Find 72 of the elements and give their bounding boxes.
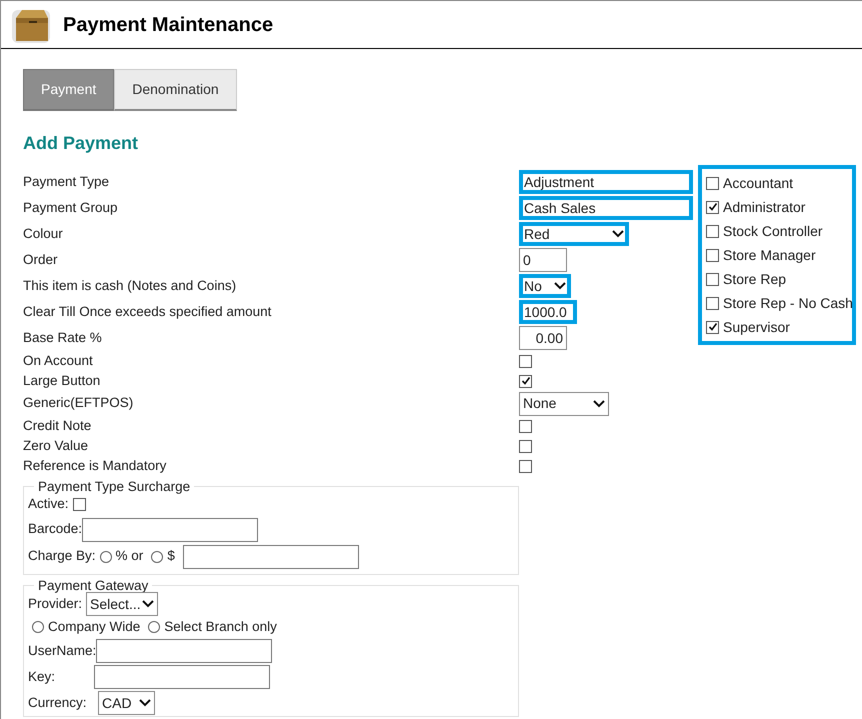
caret-icon [554, 282, 566, 290]
radio-label: % or [116, 547, 144, 566]
input-field[interactable]: Adjustment [519, 170, 693, 194]
checkbox[interactable] [706, 272, 719, 286]
field-label: Order [23, 250, 59, 269]
checkbox-label: Accountant [723, 174, 794, 192]
checkbox[interactable] [519, 440, 532, 452]
field-label: Barcode: [28, 520, 82, 538]
dropdown[interactable]: Red [519, 222, 629, 246]
field-label: UserName: [28, 642, 96, 660]
field-label: Currency: [28, 694, 88, 712]
radio-button[interactable] [148, 621, 160, 633]
panel-legend: Payment Gateway [34, 578, 152, 592]
checkbox[interactable] [72, 498, 86, 511]
checkbox-label: Store Rep - No Cash [723, 294, 853, 313]
checkbox-label: Store Rep [723, 270, 786, 289]
radio-label: Company Wide [48, 618, 140, 636]
field-label: On Account [23, 352, 94, 370]
radio-label: $ [167, 547, 175, 566]
caret-icon [612, 230, 624, 238]
tab[interactable]: Denomination [114, 69, 237, 111]
caret-icon [139, 699, 151, 707]
page-title: Payment Maintenance [63, 12, 274, 38]
checkbox[interactable] [706, 224, 719, 238]
checkbox[interactable] [706, 176, 719, 190]
section-title: Add Payment [23, 132, 140, 155]
field-label: Active: [28, 495, 69, 514]
field-label: Key: [28, 668, 56, 686]
field-label: Provider: [28, 594, 82, 613]
field-label: Zero Value [23, 436, 90, 455]
dropdown[interactable]: CAD [98, 691, 155, 715]
dropdown[interactable]: No [519, 274, 571, 298]
checkbox[interactable] [706, 296, 719, 310]
field-label: Clear Till Once exceeds specified amount [23, 302, 272, 321]
input-field[interactable] [96, 639, 272, 663]
caret-icon [142, 600, 154, 608]
checkbox[interactable] [706, 200, 719, 214]
checkbox[interactable] [519, 354, 532, 368]
panel-legend: Payment Type Surcharge [34, 480, 194, 494]
radio-button[interactable] [151, 550, 164, 562]
field-label: Base Rate % [23, 328, 103, 347]
checkbox-label: Store Manager [723, 246, 816, 265]
radio-label: Select Branch only [164, 618, 277, 636]
caret-icon [593, 400, 605, 408]
input-field[interactable]: 0.00 [519, 326, 567, 350]
field-label: Credit Note [23, 416, 92, 435]
input-field[interactable] [182, 544, 359, 568]
input-field[interactable] [94, 665, 270, 689]
checkbox[interactable] [519, 374, 532, 388]
checkbox[interactable] [519, 420, 532, 432]
checkbox-label: Supervisor [723, 318, 790, 337]
dropdown[interactable]: None [519, 392, 609, 416]
field-label: Reference is Mandatory [23, 456, 168, 475]
checkbox[interactable] [706, 248, 719, 262]
field-label: Charge By: [28, 547, 96, 566]
field-label: Large Button [23, 372, 102, 390]
field-label: Payment Type [23, 172, 110, 191]
field-label: This item is cash (Notes and Coins) [23, 276, 238, 295]
checkbox[interactable] [706, 320, 719, 334]
input-field[interactable]: 1000.0 [519, 300, 577, 324]
checkbox[interactable] [519, 460, 532, 472]
radio-button[interactable] [100, 550, 112, 562]
field-label: Payment Group [23, 198, 119, 217]
input-field[interactable]: Cash Sales [519, 196, 693, 220]
radio-button[interactable] [32, 621, 44, 633]
input-field[interactable] [82, 518, 258, 542]
field-label: Generic(EFTPOS) [23, 394, 134, 412]
dropdown[interactable]: Select... [86, 592, 158, 616]
checkbox-label: Administrator [723, 198, 806, 216]
input-field[interactable]: 0 [519, 248, 567, 272]
field-label: Colour [23, 224, 64, 243]
checkbox-label: Stock Controller [723, 222, 823, 240]
